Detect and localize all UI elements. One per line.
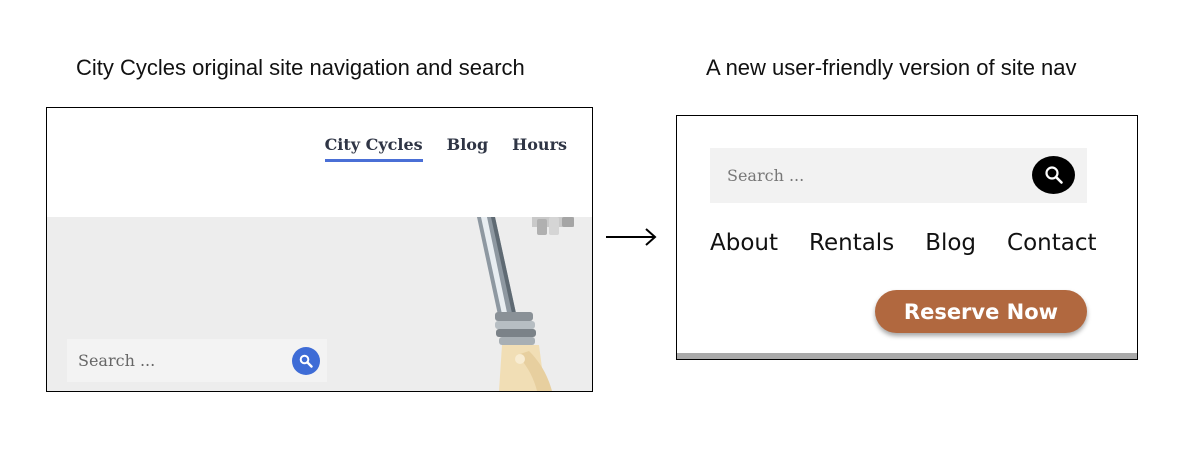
- new-search-button[interactable]: [1032, 156, 1075, 194]
- right-arrow-icon: [606, 228, 657, 246]
- nav-item-hours[interactable]: Hours: [512, 135, 567, 162]
- right-caption: A new user-friendly version of site nav: [706, 55, 1077, 80]
- nav-item-rentals[interactable]: Rentals: [809, 230, 894, 256]
- new-search-bar: [710, 148, 1087, 203]
- panel-bottom-border: [677, 353, 1137, 359]
- original-search-bar: [67, 339, 327, 382]
- search-icon: [299, 354, 313, 368]
- original-site-nav: City Cycles Blog Hours: [324, 135, 567, 162]
- nav-item-blog[interactable]: Blog: [925, 230, 976, 256]
- new-search-input[interactable]: [710, 148, 1020, 203]
- original-site-panel: City Cycles Blog Hours: [46, 107, 593, 392]
- search-icon: [1044, 166, 1063, 184]
- nav-item-about[interactable]: About: [710, 230, 778, 256]
- original-search-input[interactable]: [67, 339, 282, 382]
- hero-banner: [47, 217, 592, 391]
- nav-item-blog[interactable]: Blog: [447, 135, 488, 162]
- new-site-nav: About Rentals Blog Contact: [710, 230, 1097, 256]
- left-caption: City Cycles original site navigation and…: [76, 55, 525, 80]
- original-search-button[interactable]: [292, 347, 320, 375]
- nav-item-contact[interactable]: Contact: [1007, 230, 1096, 256]
- nav-item-city-cycles[interactable]: City Cycles: [324, 135, 423, 162]
- new-site-panel: About Rentals Blog Contact Reserve Now: [676, 115, 1138, 360]
- reserve-now-button[interactable]: Reserve Now: [875, 290, 1087, 333]
